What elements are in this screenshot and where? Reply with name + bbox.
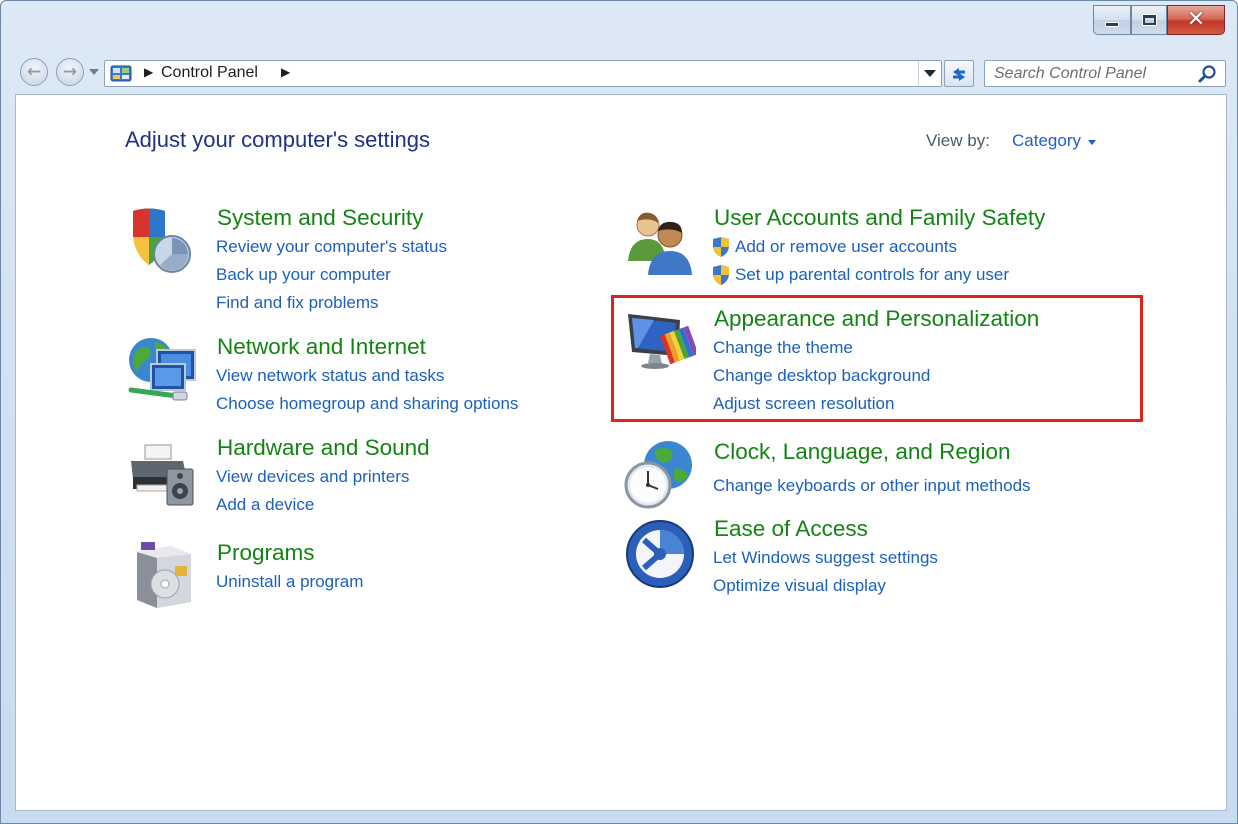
category-links: Add or remove user accounts Set up paren… xyxy=(713,236,1009,292)
link-uninstall-program[interactable]: Uninstall a program xyxy=(216,571,363,599)
search-box[interactable] xyxy=(984,60,1226,87)
breadcrumb-separator[interactable]: ▶ xyxy=(144,65,153,79)
maximize-icon xyxy=(1142,15,1156,25)
category-title-clock-language[interactable]: Clock, Language, and Region xyxy=(714,439,1010,465)
link-view-devices-printers[interactable]: View devices and printers xyxy=(216,466,409,494)
forward-arrow-icon: → xyxy=(62,62,78,82)
view-by-dropdown[interactable]: Category xyxy=(1012,131,1096,151)
users-icon[interactable] xyxy=(624,205,696,277)
breadcrumb-separator[interactable]: ▶ xyxy=(281,65,290,79)
refresh-icon xyxy=(953,67,965,81)
link-parental-controls-label[interactable]: Set up parental controls for any user xyxy=(735,264,1009,286)
link-optimize-visual-display[interactable]: Optimize visual display xyxy=(713,575,938,603)
address-bar[interactable]: ▶ Control Panel ▶ xyxy=(104,60,942,87)
forward-button[interactable]: → xyxy=(56,58,84,86)
shield-security-icon[interactable] xyxy=(127,205,199,277)
close-icon: ✕ xyxy=(1186,7,1206,32)
category-title-user-accounts[interactable]: User Accounts and Family Safety xyxy=(714,205,1045,231)
link-add-remove-accounts-label[interactable]: Add or remove user accounts xyxy=(735,236,957,258)
minimize-icon xyxy=(1106,23,1118,26)
address-dropdown-button[interactable] xyxy=(918,61,941,86)
link-back-up-computer[interactable]: Back up your computer xyxy=(216,264,447,292)
category-links: View devices and printers Add a device xyxy=(216,466,409,522)
category-title-ease-of-access[interactable]: Ease of Access xyxy=(714,516,868,542)
uac-shield-icon xyxy=(713,265,729,285)
printer-speaker-icon[interactable] xyxy=(127,435,199,507)
page-title: Adjust your computer's settings xyxy=(125,127,431,152)
link-add-device[interactable]: Add a device xyxy=(216,494,409,522)
link-homegroup-sharing[interactable]: Choose homegroup and sharing options xyxy=(216,393,518,421)
link-review-status[interactable]: Review your computer's status xyxy=(216,236,447,264)
category-title-system-security[interactable]: System and Security xyxy=(217,205,423,231)
back-arrow-icon: ← xyxy=(26,62,42,82)
control-panel-icon xyxy=(110,65,132,82)
highlight-box-appearance xyxy=(611,295,1143,422)
refresh-button[interactable] xyxy=(944,60,974,87)
clock-globe-icon[interactable] xyxy=(624,439,696,511)
link-add-remove-accounts[interactable]: Add or remove user accounts xyxy=(713,236,1009,264)
view-by-value[interactable]: Category xyxy=(1012,131,1081,151)
category-links: View network status and tasks Choose hom… xyxy=(216,365,518,421)
category-title-programs[interactable]: Programs xyxy=(217,540,315,566)
link-let-windows-suggest[interactable]: Let Windows suggest settings xyxy=(713,547,938,575)
content-pane: Adjust your computer's settings View by:… xyxy=(15,94,1227,811)
category-links: Review your computer's status Back up yo… xyxy=(216,236,447,320)
view-by-label: View by: xyxy=(926,131,990,150)
programs-box-icon[interactable] xyxy=(127,540,199,612)
search-icon[interactable] xyxy=(1197,64,1217,84)
category-title-hardware-sound[interactable]: Hardware and Sound xyxy=(217,435,430,461)
network-globe-icon[interactable] xyxy=(127,334,199,406)
maximize-button[interactable] xyxy=(1131,5,1167,35)
category-links: Uninstall a program xyxy=(216,571,363,599)
category-links: Let Windows suggest settings Optimize vi… xyxy=(713,547,938,603)
link-view-network-status[interactable]: View network status and tasks xyxy=(216,365,518,393)
uac-shield-icon xyxy=(713,237,729,257)
link-parental-controls[interactable]: Set up parental controls for any user xyxy=(713,264,1009,292)
category-title-network-internet[interactable]: Network and Internet xyxy=(217,334,426,360)
minimize-button[interactable] xyxy=(1093,5,1131,35)
search-input[interactable] xyxy=(985,61,1199,86)
chevron-down-icon xyxy=(1087,139,1096,145)
link-find-fix-problems[interactable]: Find and fix problems xyxy=(216,292,447,320)
breadcrumb-control-panel[interactable]: Control Panel xyxy=(161,64,258,82)
back-button[interactable]: ← xyxy=(20,58,48,86)
chevron-down-icon xyxy=(924,70,936,77)
control-panel-window: ✕ ← → ▶ Control Panel ▶ Adjust your comp… xyxy=(0,0,1238,824)
link-change-keyboards[interactable]: Change keyboards or other input methods xyxy=(713,475,1031,503)
ease-of-access-icon[interactable] xyxy=(624,516,696,588)
caption-buttons: ✕ xyxy=(1093,5,1225,35)
close-button[interactable]: ✕ xyxy=(1167,5,1225,35)
category-links: Change keyboards or other input methods xyxy=(713,475,1031,503)
recent-pages-dropdown[interactable] xyxy=(89,69,99,75)
